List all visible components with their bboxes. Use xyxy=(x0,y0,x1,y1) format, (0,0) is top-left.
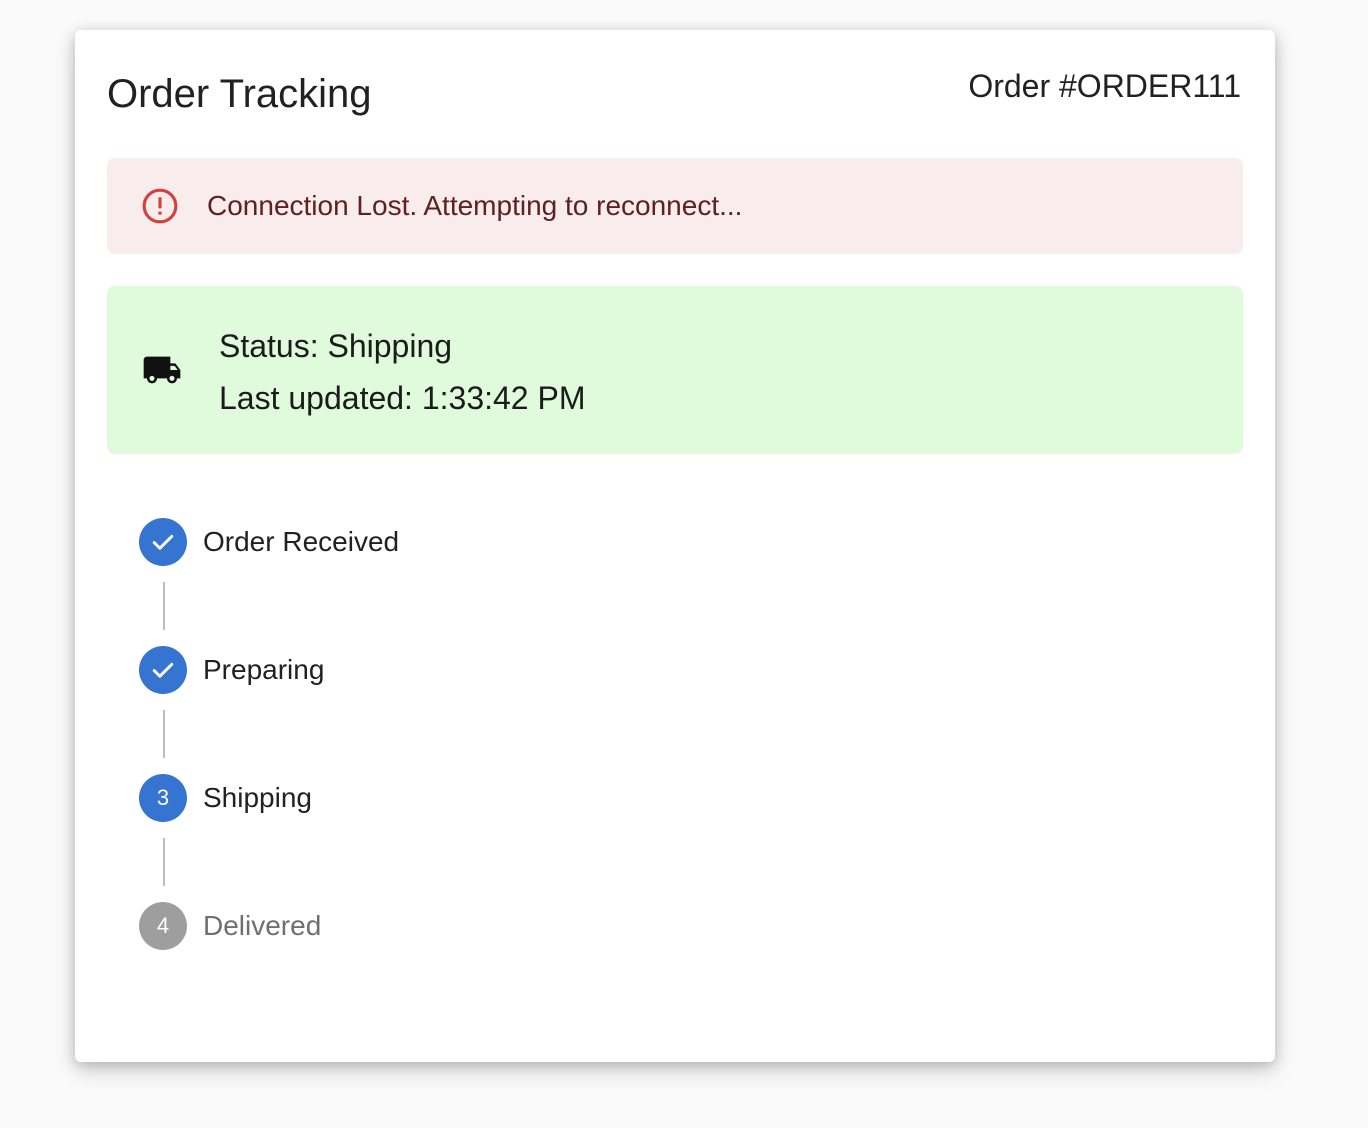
step-preparing: Preparing xyxy=(139,646,324,694)
page-title: Order Tracking xyxy=(107,72,372,116)
step-order-received: Order Received xyxy=(139,518,399,566)
alert-message: Connection Lost. Attempting to reconnect… xyxy=(207,190,743,221)
truck-icon xyxy=(143,356,181,384)
connection-alert: Connection Lost. Attempting to reconnect… xyxy=(107,158,1243,254)
step-label: Preparing xyxy=(203,654,325,685)
order-tracking-card: Order Tracking Order #ORDER111 Connectio… xyxy=(75,30,1275,1062)
step-number-badge: 3 xyxy=(139,774,187,822)
step-label: Shipping xyxy=(203,782,312,813)
step-number-badge: 4 xyxy=(139,902,187,950)
last-updated-text: Last updated: 1:33:42 PM xyxy=(219,380,586,416)
error-outline-icon xyxy=(142,188,178,224)
step-connector xyxy=(163,838,165,886)
step-label: Delivered xyxy=(203,910,322,941)
order-number: Order #ORDER111 xyxy=(968,68,1241,104)
status-text: Status: Shipping xyxy=(219,328,453,364)
step-connector xyxy=(163,710,165,758)
step-shipping: 3 Shipping xyxy=(139,774,312,822)
step-label: Order Received xyxy=(203,526,400,557)
check-icon xyxy=(139,646,187,694)
step-delivered: 4 Delivered xyxy=(139,902,321,950)
check-icon xyxy=(139,518,187,566)
step-connector xyxy=(163,582,165,630)
status-panel: Status: Shipping Last updated: 1:33:42 P… xyxy=(107,286,1243,454)
